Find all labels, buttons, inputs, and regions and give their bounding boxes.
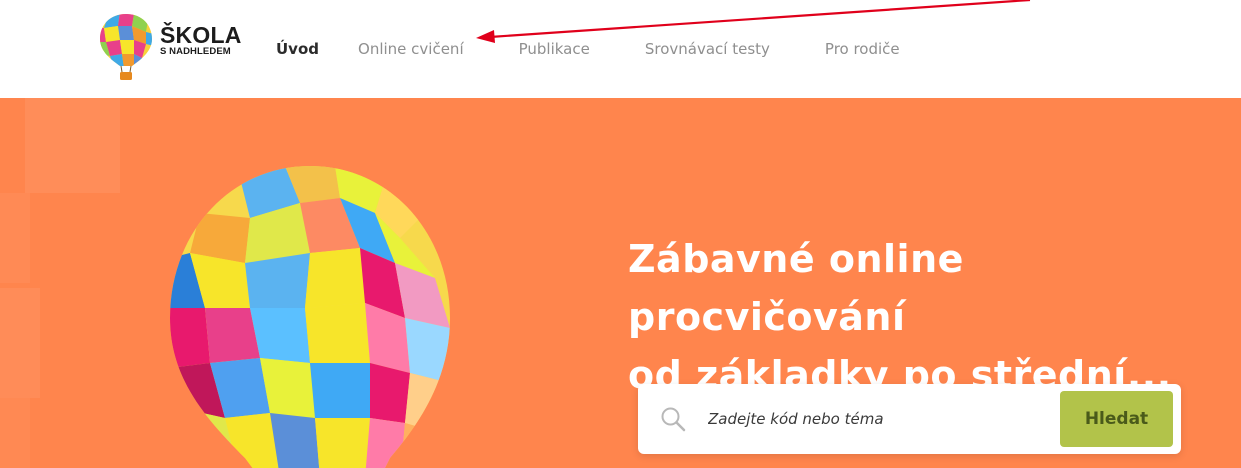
nav-item-srovnavaci-testy[interactable]: Srovnávací testy <box>645 40 770 58</box>
hero-heading-line-1: Zábavné online procvičování <box>628 237 964 339</box>
hot-air-balloon-illustration <box>170 166 450 468</box>
search-button[interactable]: Hledat <box>1060 391 1173 447</box>
balloon-logo-icon <box>100 14 152 80</box>
search-bar: Hledat <box>638 384 1181 454</box>
hero-heading: Zábavné online procvičování od základky … <box>628 230 1238 404</box>
nav-item-online-cviceni[interactable]: Online cvičení <box>358 40 464 58</box>
logo-name-sub: S NADHLEDEM <box>160 46 231 57</box>
hero-section: Zábavné online procvičování od základky … <box>0 98 1241 468</box>
search-input[interactable] <box>708 404 1048 434</box>
search-icon <box>661 407 686 432</box>
site-header: ŠKOLA S NADHLEDEM Úvod Online cvičení Pu… <box>0 0 1241 98</box>
nav-item-pro-rodice[interactable]: Pro rodiče <box>825 40 900 58</box>
main-nav: Úvod Online cvičení Publikace Srovnávací… <box>276 36 955 62</box>
logo-text: ŠKOLA S NADHLEDEM <box>160 24 242 58</box>
nav-item-publikace[interactable]: Publikace <box>519 40 590 58</box>
site-logo[interactable]: ŠKOLA S NADHLEDEM <box>98 12 241 82</box>
nav-item-uvod[interactable]: Úvod <box>276 40 319 58</box>
logo-name-main: ŠKOLA <box>160 22 242 48</box>
page: ŠKOLA S NADHLEDEM Úvod Online cvičení Pu… <box>0 0 1241 468</box>
